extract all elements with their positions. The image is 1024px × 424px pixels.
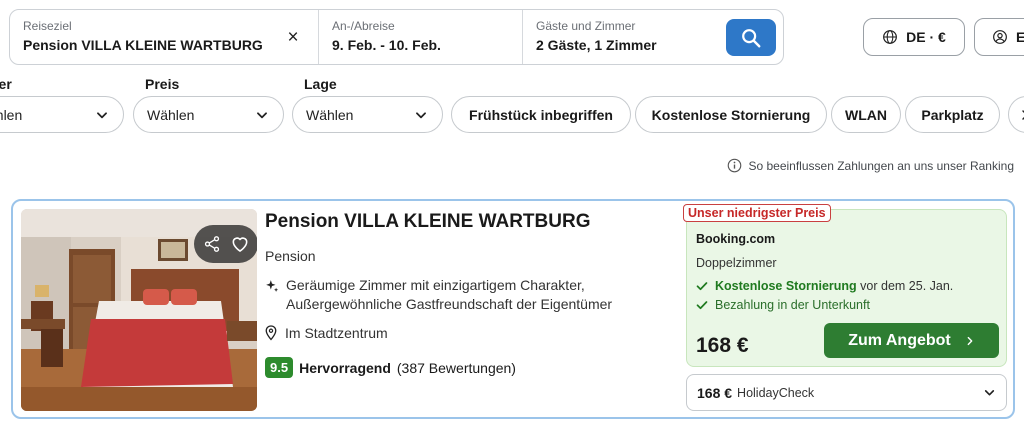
- offer-provider: Booking.com: [696, 232, 776, 246]
- feature-line-2: Außergewöhnliche Gastfreundschaft der Ei…: [286, 296, 613, 312]
- dates-field[interactable]: An-/Abreise 9. Feb. - 10. Feb.: [318, 10, 522, 64]
- share-icon[interactable]: [203, 235, 221, 253]
- best-offer-panel[interactable]: Booking.com Doppelzimmer Kostenlose Stor…: [686, 209, 1007, 367]
- offer-perk-cancellation: Kostenlose Stornierung vor dem 25. Jan.: [696, 279, 953, 293]
- chevron-right-icon: [1022, 109, 1024, 120]
- chevron-down-icon: [416, 111, 426, 118]
- alternative-offer-dropdown[interactable]: 168 € HolidayCheck: [686, 374, 1007, 411]
- filter-select-partial[interactable]: ählen: [0, 96, 124, 133]
- user-icon: [993, 30, 1007, 44]
- perk-cancellation-rest: vor dem 25. Jan.: [860, 279, 954, 293]
- globe-icon: [883, 30, 898, 44]
- dates-value[interactable]: 9. Feb. - 10. Feb.: [332, 37, 522, 53]
- view-deal-button[interactable]: Zum Angebot: [824, 323, 999, 358]
- filter-select-location[interactable]: Wählen: [292, 96, 443, 133]
- hotel-rating[interactable]: 9.5 Hervorragend (387 Bewertungen): [265, 357, 516, 378]
- chip-parking[interactable]: Parkplatz: [905, 96, 1000, 133]
- offer-room-type: Doppelzimmer: [696, 256, 777, 270]
- chip-breakfast[interactable]: Frühstück inbegriffen: [451, 96, 631, 133]
- photo-actions: [194, 225, 257, 263]
- login-button[interactable]: E: [974, 18, 1024, 56]
- search-button[interactable]: [726, 19, 776, 56]
- check-icon: [696, 301, 708, 310]
- chip-wifi[interactable]: WLAN: [831, 96, 901, 133]
- filter-select-value: ählen: [0, 106, 23, 123]
- alt-offer-price: 168 €: [697, 384, 733, 401]
- filter-select-value: Wählen: [147, 106, 195, 123]
- filter-select-value: Wählen: [306, 106, 354, 123]
- map-pin-icon: [265, 325, 277, 341]
- chips-scroll-right-button[interactable]: [1008, 96, 1024, 133]
- destination-value[interactable]: Pension VILLA KLEINE WARTBURG: [23, 37, 318, 53]
- rating-count: (387 Bewertungen): [396, 359, 516, 376]
- lowest-price-badge: Unser niedrigster Preis: [683, 204, 831, 222]
- rating-word: Hervorragend: [299, 359, 391, 376]
- search-bar: Reiseziel Pension VILLA KLEINE WARTBURG …: [9, 9, 784, 65]
- perk-cancellation-strong: Kostenlose Stornierung: [715, 279, 857, 293]
- heart-icon[interactable]: [230, 234, 250, 254]
- hotel-features: Geräumige Zimmer mit einzigartigem Chara…: [265, 276, 612, 314]
- offer-price: 168 €: [696, 334, 749, 357]
- chevron-down-icon: [984, 390, 995, 396]
- hotel-name[interactable]: Pension VILLA KLEINE WARTBURG: [265, 211, 590, 233]
- language-currency-button[interactable]: DE · €: [863, 18, 965, 56]
- hotel-photo[interactable]: [21, 209, 257, 411]
- chip-free-cancellation[interactable]: Kostenlose Stornierung: [635, 96, 827, 133]
- ranking-info-text: So beeinflussen Zahlungen an uns unser R…: [748, 158, 1014, 173]
- dates-label: An-/Abreise: [332, 19, 395, 33]
- ranking-info-link[interactable]: So beeinflussen Zahlungen an uns unser R…: [727, 158, 1014, 173]
- filter-select-price[interactable]: Wählen: [133, 96, 284, 133]
- filter-label-partial: lter: [0, 76, 12, 92]
- sparkle-icon: [266, 280, 279, 292]
- hotel-card[interactable]: Pension VILLA KLEINE WARTBURG Pension Ge…: [11, 199, 1015, 419]
- info-icon: [728, 158, 742, 173]
- rating-score-badge: 9.5: [265, 357, 294, 378]
- chevron-right-icon: [967, 336, 973, 345]
- check-icon: [696, 282, 708, 291]
- feature-line-1: Geräumige Zimmer mit einzigartigem Chara…: [286, 277, 585, 293]
- login-label: E: [1016, 29, 1024, 45]
- location-text: Im Stadtzentrum: [285, 325, 388, 341]
- hotel-location: Im Stadtzentrum: [265, 325, 388, 341]
- view-deal-label: Zum Angebot: [848, 331, 951, 349]
- chevron-down-icon: [257, 111, 267, 118]
- alt-offer-provider: HolidayCheck: [737, 385, 815, 400]
- clear-destination-icon[interactable]: ×: [282, 27, 304, 49]
- filter-label-location: Lage: [304, 76, 337, 92]
- chevron-down-icon: [97, 111, 107, 118]
- destination-label: Reiseziel: [23, 19, 72, 33]
- accommodation-type: Pension: [265, 248, 316, 264]
- filter-label-price: Preis: [145, 76, 180, 92]
- language-currency-label: DE · €: [906, 29, 946, 45]
- destination-field[interactable]: Reiseziel Pension VILLA KLEINE WARTBURG: [10, 10, 318, 64]
- offer-perk-payment: Bezahlung in der Unterkunft: [696, 298, 870, 312]
- perk-payment-text: Bezahlung in der Unterkunft: [715, 298, 870, 312]
- search-icon: [742, 28, 761, 47]
